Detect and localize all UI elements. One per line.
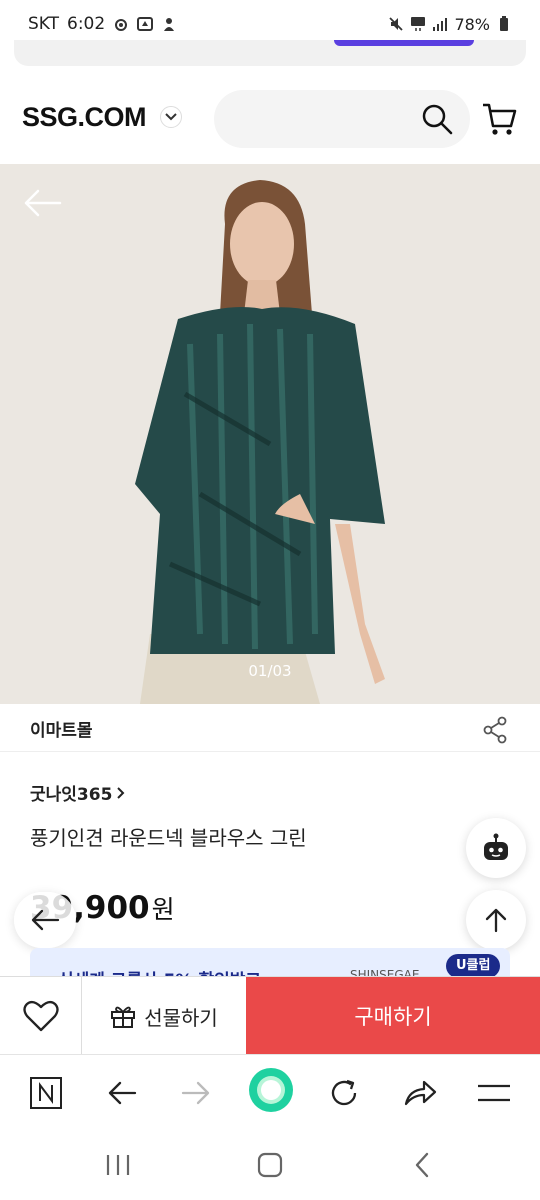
store-row: 이마트몰: [0, 704, 540, 752]
search-icon[interactable]: [420, 102, 454, 136]
chatbot-button[interactable]: [466, 818, 526, 878]
messenger-icon: [164, 18, 175, 31]
gift-button[interactable]: 선물하기: [82, 977, 246, 1055]
system-nav-bar: [0, 1130, 540, 1200]
recent-apps-button[interactable]: [98, 1148, 138, 1182]
purchase-action-bar: 선물하기 구매하기: [0, 976, 540, 1055]
floating-back-button[interactable]: [14, 892, 76, 948]
heart-icon: [22, 1000, 59, 1032]
robot-icon: [484, 833, 508, 860]
n-logo-icon: [30, 1077, 62, 1109]
refresh-icon: [331, 1079, 357, 1106]
hamburger-icon: [478, 1084, 510, 1102]
share-icon[interactable]: [482, 716, 508, 744]
browser-home-button[interactable]: [248, 1067, 294, 1113]
scroll-top-button[interactable]: [466, 890, 526, 950]
clock: 6:02: [67, 14, 106, 34]
product-image[interactable]: [0, 164, 540, 704]
image-pager: 01/03: [248, 662, 292, 680]
buy-button[interactable]: 구매하기: [246, 977, 540, 1055]
share-arrow-icon: [404, 1080, 437, 1106]
model-photo: [0, 164, 540, 704]
gift-icon: [111, 1006, 136, 1028]
site-header: SSG.COM: [0, 78, 540, 164]
signal-icon: [433, 18, 448, 31]
arrow-left-icon: [108, 1081, 137, 1105]
battery-icon: [500, 16, 508, 31]
buy-label: 구매하기: [354, 1005, 432, 1029]
home-icon: [257, 1152, 283, 1178]
menu-button[interactable]: [474, 1073, 514, 1113]
app-notification-icon: [137, 17, 154, 31]
browser-forward-button[interactable]: [176, 1073, 216, 1113]
refresh-button[interactable]: [324, 1073, 364, 1113]
active-tab-indicator: [334, 40, 474, 46]
arrow-up-icon: [485, 908, 507, 933]
arrow-right-icon: [181, 1081, 210, 1105]
recents-icon: [106, 1155, 130, 1175]
ssg-logo[interactable]: SSG.COM: [22, 102, 147, 133]
notification-icon: [115, 19, 128, 31]
chevron-right-icon: [117, 786, 125, 799]
chevron-down-icon[interactable]: [160, 106, 182, 128]
mute-icon: [389, 17, 404, 31]
uclub-badge: U클럽: [446, 954, 501, 978]
cart-icon[interactable]: [480, 100, 518, 138]
5g-icon: [411, 17, 426, 31]
battery-percent: 78%: [454, 14, 490, 34]
browser-tab-strip[interactable]: [14, 40, 526, 66]
back-arrow-icon[interactable]: [22, 186, 62, 220]
carrier-label: SKT: [28, 14, 60, 34]
system-back-button[interactable]: [402, 1148, 442, 1182]
price-currency: 원: [151, 895, 175, 924]
browser-back-button[interactable]: [102, 1073, 142, 1113]
store-name[interactable]: 이마트몰: [30, 716, 93, 741]
product-title: 풍기인견 라운드넥 블라우스 그린: [30, 826, 307, 850]
share-button[interactable]: [400, 1073, 440, 1113]
chevron-left-icon: [415, 1152, 429, 1178]
gift-label: 선물하기: [144, 1005, 218, 1030]
like-button[interactable]: [0, 977, 82, 1055]
home-button[interactable]: [250, 1148, 290, 1182]
brand-link[interactable]: 굿나잇365: [30, 780, 126, 805]
naver-home-button[interactable]: [26, 1073, 66, 1113]
browser-toolbar: [0, 1054, 540, 1130]
arrow-left-icon: [31, 909, 60, 931]
brand-name: 굿나잇365: [30, 785, 113, 805]
green-dot-icon: [249, 1068, 293, 1112]
